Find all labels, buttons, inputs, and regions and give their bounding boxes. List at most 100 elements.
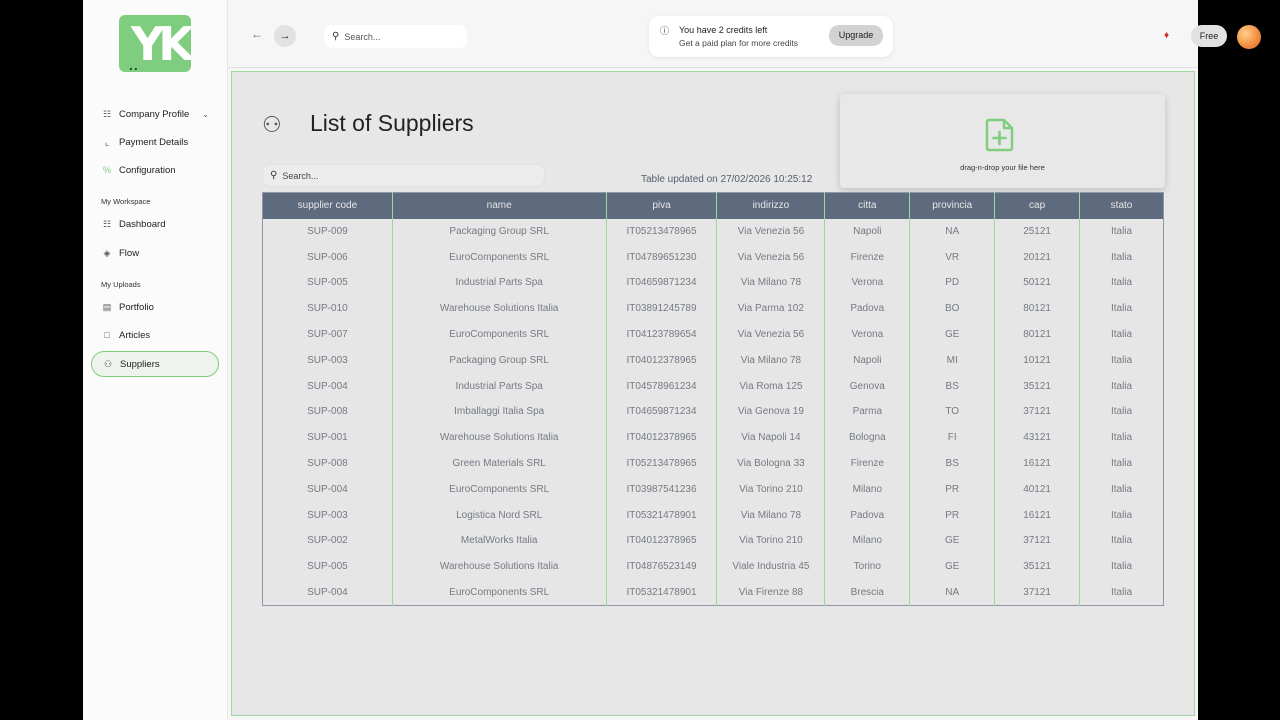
sidebar-item-payment-details[interactable]: ⌞ Payment Details: [91, 129, 219, 155]
column-header[interactable]: indirizzo: [716, 192, 826, 219]
table-cell: SUP-003: [262, 502, 393, 529]
table-cell: SUP-006: [262, 244, 393, 271]
search-placeholder: Search...: [282, 170, 319, 181]
table-row[interactable]: SUP-005 Warehouse Solutions Italia IT04876…: [262, 553, 1164, 580]
sidebar-item-dashboard[interactable]: ☷ Dashboard: [91, 211, 219, 237]
table-cell: 80121: [994, 295, 1081, 322]
table-cell: SUP-002: [262, 528, 393, 554]
table-cell: Torino: [824, 553, 911, 580]
column-header[interactable]: piva: [606, 192, 718, 219]
top-search-input[interactable]: ⚲ Search...: [324, 25, 467, 48]
app-window: YK .. ☷ Company Profile ⌄ ⌞ Payment Deta…: [83, 0, 1261, 720]
table-cell: FI: [909, 424, 996, 451]
table-row[interactable]: SUP-004 EuroComponents SRL IT03987541236 Vi…: [262, 476, 1164, 503]
table-cell: SUP-005: [262, 270, 393, 296]
table-cell: Italia: [1079, 270, 1164, 296]
table-cell: 37121: [994, 528, 1081, 554]
logo[interactable]: YK ..: [119, 15, 191, 72]
main-content: ⚇ List of Suppliers ⚲ Search... Table up…: [231, 71, 1195, 716]
sidebar-item-company-profile[interactable]: ☷ Company Profile ⌄: [91, 101, 219, 127]
table-header-row: supplier code name piva indirizzo citta provi…: [262, 192, 1164, 219]
org-icon: ☷: [102, 108, 112, 119]
table-cell: IT04012378965: [606, 347, 718, 374]
sidebar-item-suppliers[interactable]: ⚇ Suppliers: [91, 351, 219, 377]
file-dropzone[interactable]: drag-n-drop your file here: [840, 94, 1165, 188]
credits-line-2: Get a paid plan for more credits: [679, 38, 799, 48]
sidebar-item-label: Payment Details: [119, 136, 189, 148]
table-cell: Via Venezia 56: [716, 218, 826, 245]
upgrade-button[interactable]: Upgrade: [829, 25, 883, 46]
table-cell: SUP-007: [262, 321, 393, 348]
column-header[interactable]: stato: [1079, 192, 1164, 219]
table-row[interactable]: SUP-002 MetalWorks Italia IT04012378965 Via…: [262, 528, 1164, 554]
table-cell: PR: [909, 476, 996, 503]
table-cell: Via Torino 210: [716, 476, 826, 503]
table-cell: EuroComponents SRL: [392, 476, 607, 503]
table-cell: GE: [909, 321, 996, 348]
table-row[interactable]: SUP-005 Industrial Parts Spa IT04659871234…: [262, 270, 1164, 296]
table-row[interactable]: SUP-001 Warehouse Solutions Italia IT04012…: [262, 424, 1164, 451]
table-row[interactable]: SUP-007 EuroComponents SRL IT04123789654 Vi…: [262, 321, 1164, 348]
table-cell: SUP-003: [262, 347, 393, 374]
credits-banner: ⓘ You have 2 credits left Get a paid pla…: [649, 16, 893, 57]
table-cell: Parma: [824, 399, 911, 425]
table-row[interactable]: SUP-008 Imballaggi Italia Spa IT0465987123…: [262, 399, 1164, 425]
table-cell: IT05321478901: [606, 502, 718, 529]
users-icon: ⚇: [103, 358, 113, 369]
table-cell: Padova: [824, 502, 911, 529]
table-row[interactable]: SUP-003 Packaging Group SRL IT04012378965 V…: [262, 347, 1164, 374]
table-cell: 37121: [994, 579, 1081, 606]
table-cell: 25121: [994, 218, 1081, 245]
info-icon: ⓘ: [660, 26, 670, 36]
table-row[interactable]: SUP-004 EuroComponents SRL IT05321478901 Vi…: [262, 579, 1164, 606]
table-cell: Green Materials SRL: [392, 450, 607, 477]
table-cell: 50121: [994, 270, 1081, 296]
column-header[interactable]: citta: [824, 192, 911, 219]
back-arrow-icon[interactable]: ←: [251, 27, 263, 41]
table-cell: Italia: [1079, 373, 1164, 400]
table-row[interactable]: SUP-004 Industrial Parts Spa IT04578961234…: [262, 373, 1164, 400]
table-row[interactable]: SUP-008 Green Materials SRL IT05213478965 V…: [262, 450, 1164, 477]
plan-badge[interactable]: Free: [1191, 25, 1227, 47]
sidebar: YK .. ☷ Company Profile ⌄ ⌞ Payment Deta…: [83, 0, 228, 720]
column-header[interactable]: name: [392, 192, 607, 219]
search-icon: ⚲: [270, 170, 278, 181]
table-cell: SUP-004: [262, 579, 393, 606]
table-row[interactable]: SUP-009 Packaging Group SRL IT05213478965 V…: [262, 218, 1164, 245]
chevron-down-icon[interactable]: ⌄: [202, 110, 209, 119]
table-cell: TO: [909, 399, 996, 425]
sidebar-item-configuration[interactable]: % Configuration: [91, 157, 219, 183]
topbar: ← → ⚲ Search... ⓘ You have 2 credits lef…: [229, 0, 1261, 68]
column-header[interactable]: cap: [994, 192, 1081, 219]
table-cell: Italia: [1079, 502, 1164, 529]
table-cell: Bologna: [824, 424, 911, 451]
table-row[interactable]: SUP-010 Warehouse Solutions Italia IT03891…: [262, 295, 1164, 322]
forward-arrow-icon[interactable]: →: [274, 25, 296, 47]
search-placeholder: Search...: [344, 31, 381, 42]
table-cell: Packaging Group SRL: [392, 347, 607, 374]
table-cell: Firenze: [824, 244, 911, 271]
search-icon: ⚲: [332, 31, 340, 42]
table-cell: IT04876523149: [606, 553, 718, 580]
avatar[interactable]: [1237, 25, 1261, 49]
table-cell: 20121: [994, 244, 1081, 271]
table-cell: Viale Industria 45: [716, 553, 826, 580]
sidebar-item-label: Flow: [119, 247, 140, 259]
table-cell: IT05321478901: [606, 579, 718, 606]
table-cell: Via Milano 78: [716, 347, 826, 374]
table-row[interactable]: SUP-003 Logistica Nord SRL IT05321478901 Vi…: [262, 502, 1164, 529]
table-cell: IT04659871234: [606, 270, 718, 296]
table-cell: 16121: [994, 502, 1081, 529]
column-header[interactable]: supplier code: [262, 192, 393, 219]
sidebar-item-portfolio[interactable]: ▤ Portfolio: [91, 294, 219, 320]
sidebar-item-articles[interactable]: □ Articles: [91, 322, 219, 348]
table-cell: Firenze: [824, 450, 911, 477]
bell-icon[interactable]: ♦: [1164, 30, 1169, 41]
dropzone-text: drag-n-drop your file here: [960, 163, 1045, 172]
table-row[interactable]: SUP-006 EuroComponents SRL IT04789651230 Vi…: [262, 244, 1164, 271]
sidebar-item-flow[interactable]: ◈ Flow: [91, 240, 219, 266]
table-cell: 80121: [994, 321, 1081, 348]
column-header[interactable]: provincia: [909, 192, 996, 219]
table-cell: Via Genova 19: [716, 399, 826, 425]
table-search-input[interactable]: ⚲ Search...: [262, 164, 545, 187]
